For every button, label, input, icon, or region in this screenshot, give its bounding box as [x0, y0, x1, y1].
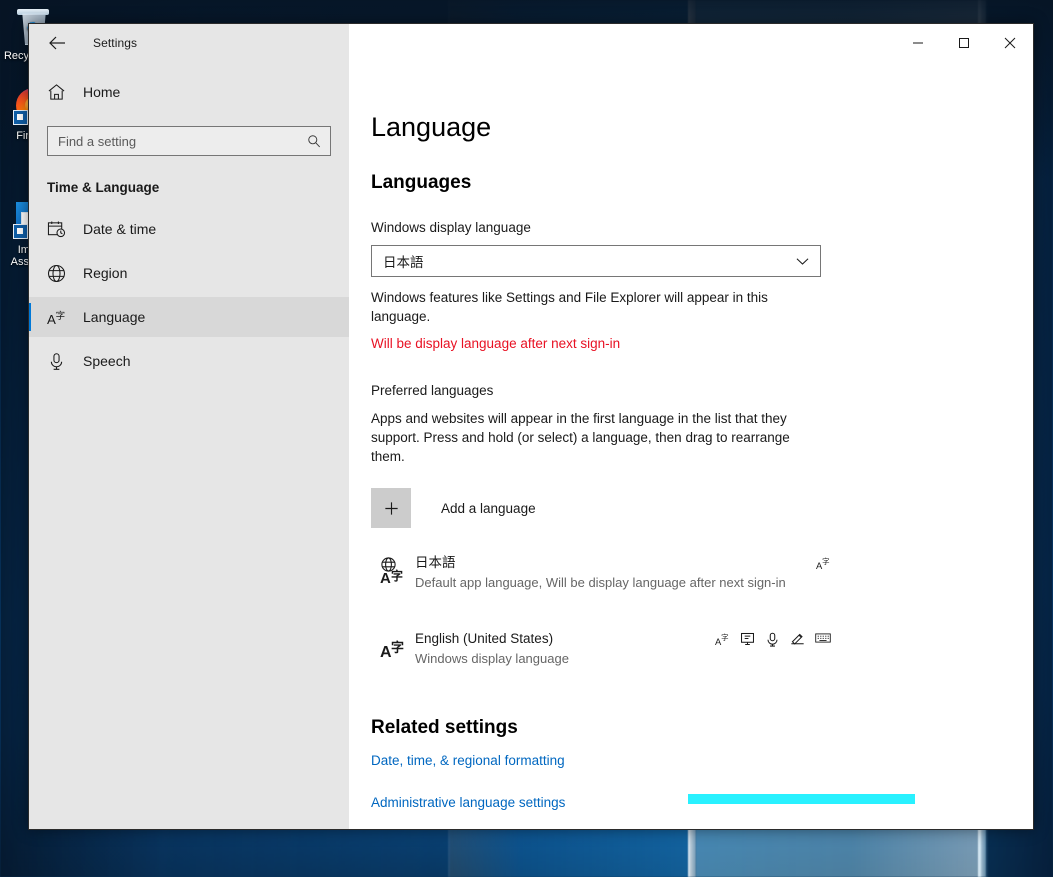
- window-titlebar: Settings: [29, 24, 1033, 62]
- plus-icon: [371, 488, 411, 528]
- svg-text:字: 字: [391, 640, 404, 656]
- globe-icon: [47, 264, 77, 283]
- minimize-button[interactable]: [895, 24, 941, 62]
- sidebar-search-wrap: [29, 112, 349, 156]
- sidebar-item-label: Speech: [83, 353, 131, 369]
- sidebar-item-home[interactable]: Home: [29, 72, 349, 112]
- related-settings-heading: Related settings: [371, 717, 518, 738]
- sidebar: Home Time & Language: [29, 62, 349, 829]
- language-pack-icon[interactable]: A 字: [816, 556, 831, 571]
- add-language-button[interactable]: Add a language: [371, 488, 1033, 528]
- language-list-item[interactable]: A 字 日本語 Default app language, Will be di…: [371, 550, 831, 596]
- language-actions: A 字: [709, 630, 831, 647]
- display-language-warning: Will be display language after next sign…: [371, 336, 621, 351]
- language-status: Windows display language: [415, 651, 569, 666]
- globe-language-icon: A 字: [371, 554, 415, 589]
- svg-text:字: 字: [721, 632, 729, 642]
- text-to-speech-icon[interactable]: [740, 632, 755, 646]
- sidebar-home-label: Home: [83, 84, 121, 100]
- sidebar-item-date-time[interactable]: Date & time: [29, 209, 349, 249]
- languages-section-heading: Languages: [371, 172, 472, 193]
- keyboard-icon[interactable]: [815, 632, 831, 644]
- microphone-icon: [47, 352, 77, 371]
- sidebar-item-label: Region: [83, 265, 128, 281]
- language-name: English (United States): [415, 631, 554, 646]
- related-link-date-time-regional[interactable]: Date, time, & regional formatting: [371, 753, 565, 768]
- preferred-languages-description: Apps and websites will appear in the fir…: [371, 411, 790, 464]
- svg-text:A: A: [380, 570, 391, 587]
- display-language-label: Windows display language: [371, 220, 531, 235]
- main-content: Language Languages Windows display langu…: [349, 62, 1033, 829]
- sidebar-item-label: Date & time: [83, 221, 157, 237]
- language-icon: A 字: [371, 630, 415, 660]
- svg-text:字: 字: [391, 568, 403, 583]
- window-controls: [895, 24, 1033, 62]
- search-icon[interactable]: [307, 134, 330, 148]
- window-title: Settings: [93, 36, 138, 50]
- sidebar-item-region[interactable]: Region: [29, 253, 349, 293]
- language-status: Default app language, Will be display la…: [415, 575, 786, 590]
- chevron-down-icon: [796, 257, 820, 266]
- titlebar-left: Settings: [29, 24, 349, 62]
- language-info: English (United States) Windows display …: [415, 630, 709, 668]
- titlebar-drag-area[interactable]: [349, 24, 895, 62]
- svg-text:字: 字: [822, 556, 830, 566]
- annotation-highlight-bar: [688, 794, 915, 804]
- window-body: Home Time & Language: [29, 62, 1033, 829]
- language-name: 日本語: [415, 555, 456, 570]
- page-title: Language: [371, 112, 492, 142]
- display-language-description: Windows features like Settings and File …: [371, 290, 768, 324]
- preferred-languages-label: Preferred languages: [371, 383, 494, 398]
- related-link-administrative-language[interactable]: Administrative language settings: [371, 795, 565, 810]
- language-info: 日本語 Default app language, Will be displa…: [415, 554, 810, 592]
- home-icon: [47, 83, 77, 101]
- back-arrow-icon[interactable]: [35, 26, 79, 60]
- handwriting-icon[interactable]: [790, 632, 805, 646]
- language-list-item[interactable]: A 字 English (United States) Windows disp…: [371, 626, 831, 672]
- search-input[interactable]: [48, 133, 307, 149]
- settings-window: Settings Home Find a setting Time & Lang…: [28, 23, 1034, 830]
- svg-text:字: 字: [56, 309, 66, 321]
- speech-recognition-icon[interactable]: [765, 632, 780, 647]
- calendar-clock-icon: [47, 220, 77, 238]
- close-button[interactable]: [987, 24, 1033, 62]
- sidebar-item-speech[interactable]: Speech: [29, 341, 349, 381]
- sidebar-item-label: Language: [83, 309, 146, 325]
- language-pack-icon[interactable]: A 字: [715, 632, 730, 647]
- sidebar-category-title: Time & Language: [47, 180, 160, 195]
- display-language-dropdown[interactable]: 日本語: [371, 245, 821, 277]
- sidebar-item-language[interactable]: A 字 Language: [29, 297, 349, 337]
- maximize-button[interactable]: [941, 24, 987, 62]
- language-actions: A 字: [810, 554, 831, 571]
- display-language-value: 日本語: [383, 255, 424, 270]
- language-icon: A 字: [47, 308, 77, 326]
- add-language-label: Add a language: [441, 500, 536, 516]
- search-box[interactable]: [47, 126, 331, 156]
